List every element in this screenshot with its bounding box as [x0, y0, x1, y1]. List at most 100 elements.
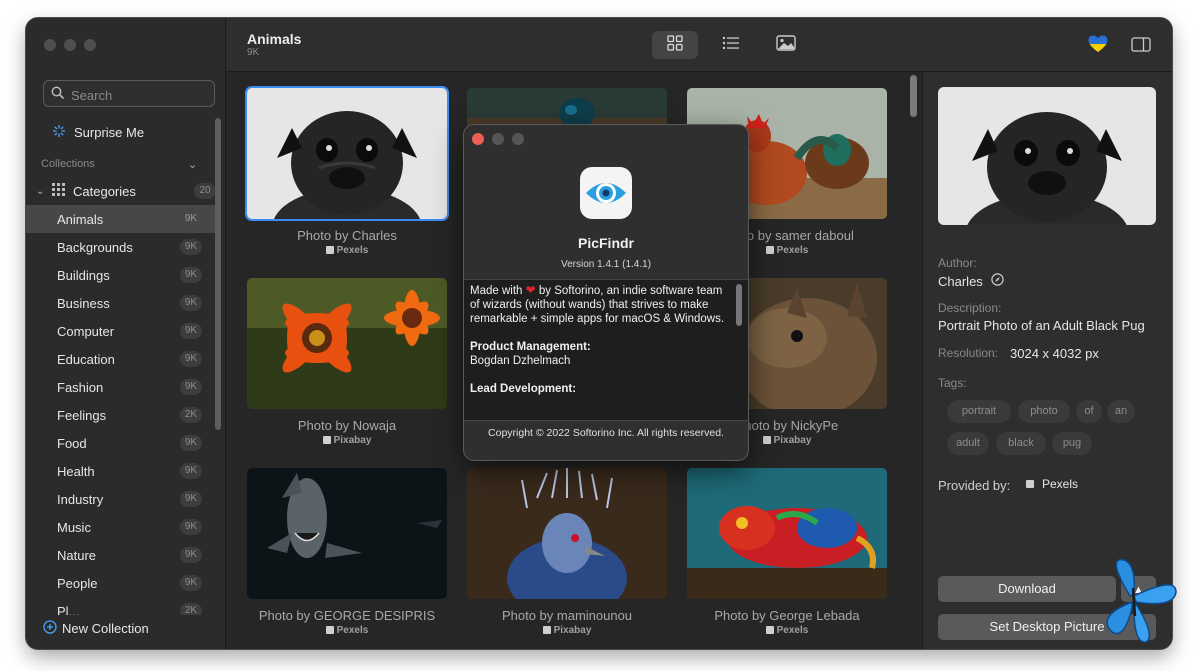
count-badge: 9K: [180, 519, 202, 535]
page-count: 9K: [247, 47, 260, 58]
sidebar-item-business[interactable]: Business 9K: [26, 289, 216, 317]
photo-caption: Photo by Charles: [297, 228, 397, 243]
new-collection-button[interactable]: New Collection: [43, 620, 149, 637]
photo-tile[interactable]: Photo by GEORGE DESIPRIS Pexels: [247, 468, 447, 636]
surprise-me-label: Surprise Me: [74, 124, 145, 140]
pexels-icon: [325, 626, 334, 634]
sidebar-item-buildings[interactable]: Buildings 9K: [26, 261, 216, 289]
sidebar-item-label: Animals: [57, 211, 104, 227]
categories-group[interactable]: ⌄ Categories 20: [36, 181, 216, 201]
about-dialog: PicFindr Version 1.4.1 (1.4.1) Made with…: [464, 125, 748, 460]
search-input[interactable]: [69, 85, 213, 105]
photo-source-label: Pexels: [336, 625, 369, 636]
sparkle-icon: [52, 124, 66, 141]
grid-view-button[interactable]: [652, 31, 698, 59]
sidebar-item-music[interactable]: Music 9K: [26, 513, 216, 541]
count-badge: 9K: [180, 491, 202, 507]
photo-thumbnail[interactable]: [247, 88, 447, 219]
sidebar-item-backgrounds[interactable]: Backgrounds 9K: [26, 233, 216, 261]
about-version: Version 1.4.1 (1.4.1): [560, 259, 652, 270]
grid-scrollbar[interactable]: [910, 75, 917, 117]
provided-by-label: Provided by:: [938, 478, 1011, 493]
sidebar-toggle-icon[interactable]: [1131, 37, 1151, 57]
sidebar-item-health[interactable]: Health 9K: [26, 457, 216, 485]
categories-count-badge: 20: [194, 183, 216, 199]
category-list: Animals 9K Backgrounds 9K Buildings 9K Busines…: [26, 205, 216, 615]
tag-chip[interactable]: black: [996, 432, 1046, 455]
credits-next-header: Lead Development:: [470, 383, 577, 395]
sidebar-item-education[interactable]: Education 9K: [26, 345, 216, 373]
provider-link[interactable]: Pexels: [1026, 477, 1078, 491]
compass-icon[interactable]: [991, 273, 1004, 289]
chevron-down-icon[interactable]: ⌄: [188, 158, 197, 171]
sidebar-item-label: Pl...: [57, 603, 80, 616]
sidebar-item-label: Fashion: [57, 379, 104, 395]
detail-preview-image[interactable]: [938, 87, 1156, 225]
photo-thumbnail[interactable]: [467, 468, 667, 599]
search-field[interactable]: [43, 80, 215, 107]
tag-chip[interactable]: of: [1076, 400, 1102, 423]
tag-chip[interactable]: pug: [1052, 432, 1092, 455]
count-badge: 9K: [180, 351, 202, 367]
sidebar-item-label: Music: [57, 519, 91, 535]
image-view-button[interactable]: [763, 31, 809, 59]
photo-tile[interactable]: Photo by Charles Pexels: [247, 88, 447, 256]
tag-chip[interactable]: portrait: [947, 400, 1011, 423]
resolution-value: 3024 x 4032 px: [1010, 346, 1099, 361]
sidebar-item-food[interactable]: Food 9K: [26, 429, 216, 457]
photo-tile[interactable]: Photo by maminounou Pixabay: [467, 468, 667, 636]
sidebar-item-fashion[interactable]: Fashion 9K: [26, 373, 216, 401]
page-title: Animals: [247, 31, 302, 47]
sidebar-item-people[interactable]: People 9K: [26, 569, 216, 597]
provider-name: Pexels: [1042, 477, 1079, 491]
app-logo-icon: [580, 167, 632, 224]
photo-source-label: Pexels: [776, 245, 809, 256]
sidebar-item-label: People: [57, 575, 98, 591]
photo-tile[interactable]: Photo by Nowaja Pixabay: [247, 278, 447, 446]
count-badge: 2K: [180, 603, 202, 615]
tag-chip[interactable]: an: [1107, 400, 1135, 423]
close-window-button[interactable]: [44, 39, 56, 51]
photo-tile[interactable]: Photo by George Lebada Pexels: [687, 468, 887, 636]
tag-chip[interactable]: photo: [1018, 400, 1070, 423]
photo-source: Pixabay: [467, 625, 667, 636]
list-view-button[interactable]: [708, 31, 754, 59]
photo-thumbnail[interactable]: [247, 468, 447, 599]
image-view-icon: [776, 34, 796, 56]
disclosure-chevron-icon[interactable]: ⌄: [36, 186, 48, 197]
zoom-window-button[interactable]: [84, 39, 96, 51]
sidebar-item-pl-[interactable]: Pl... 2K: [26, 597, 216, 615]
sidebar-item-label: Industry: [57, 491, 104, 507]
credits-pm-name: Bogdan Dzhelmach: [470, 355, 571, 367]
count-badge: 9K: [180, 323, 202, 339]
ukraine-heart-icon[interactable]: [1088, 35, 1108, 58]
photo-source: Pexels: [687, 625, 887, 636]
sidebar-item-nature[interactable]: Nature 9K: [26, 541, 216, 569]
pixabay-icon: [542, 626, 551, 634]
tag-chip[interactable]: adult: [947, 432, 989, 455]
photo-caption: Photo by Nowaja: [297, 418, 397, 433]
about-credits[interactable]: Made with ❤ by Softorino, an indie softw…: [464, 279, 748, 421]
sidebar-item-computer[interactable]: Computer 9K: [26, 317, 216, 345]
sidebar-scrollbar[interactable]: [215, 118, 221, 430]
photo-thumbnail[interactable]: [247, 278, 447, 409]
about-minimize-button: [492, 133, 504, 145]
credits-scrollbar[interactable]: [736, 284, 742, 326]
pexels-icon: [765, 626, 774, 634]
sidebar-item-industry[interactable]: Industry 9K: [26, 485, 216, 513]
pixabay-icon: [762, 436, 771, 444]
sidebar-item-animals[interactable]: Animals 9K: [26, 205, 216, 233]
credits-intro: Made with: [470, 285, 523, 297]
about-close-button[interactable]: [472, 133, 484, 145]
author-name: Charles: [938, 273, 983, 289]
photo-source-label: Pexels: [776, 625, 809, 636]
minimize-window-button[interactable]: [64, 39, 76, 51]
count-badge: 9K: [180, 575, 202, 591]
photo-source: Pixabay: [247, 435, 447, 446]
count-badge: 9K: [180, 239, 202, 255]
photo-source: Pexels: [247, 245, 447, 256]
surprise-me-button[interactable]: Surprise Me: [52, 122, 144, 142]
photo-thumbnail[interactable]: [687, 468, 887, 599]
sidebar-item-feelings[interactable]: Feelings 2K: [26, 401, 216, 429]
sidebar-item-label: Health: [57, 463, 95, 479]
